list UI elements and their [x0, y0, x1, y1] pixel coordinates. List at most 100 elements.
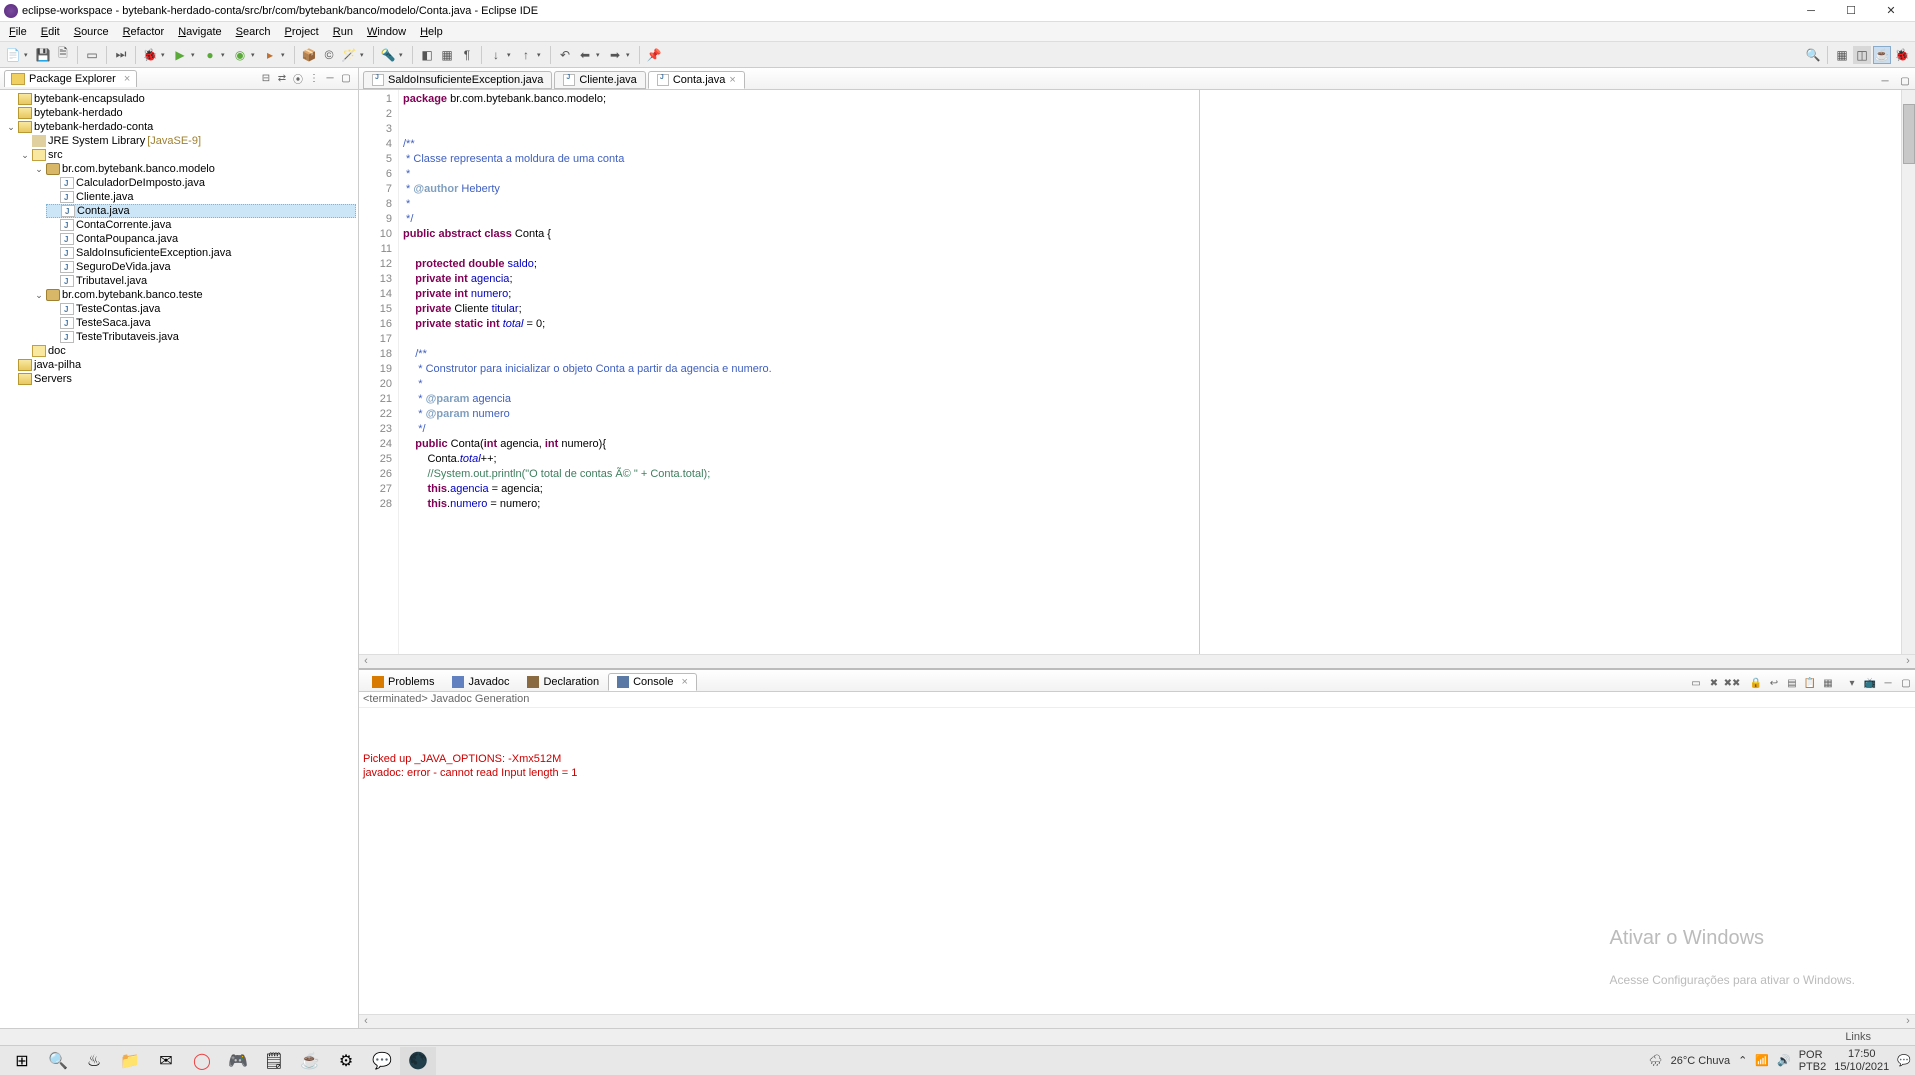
prev-ann-button[interactable]: ↑	[517, 46, 535, 64]
close-button[interactable]: ✕	[1871, 0, 1911, 22]
search-button[interactable]: 🔦	[379, 46, 397, 64]
console-remove-all-button[interactable]: ✖✖	[1724, 675, 1740, 691]
code-line[interactable]: /**	[403, 347, 1911, 362]
twisty-icon[interactable]: ⌄	[20, 148, 30, 162]
menu-help[interactable]: Help	[413, 24, 450, 40]
focus-button[interactable]: ⦿	[290, 71, 306, 87]
new-pkg-button[interactable]: 📦	[300, 46, 318, 64]
minimize-button[interactable]: ─	[1791, 0, 1831, 22]
last-edit-button[interactable]: ↶	[556, 46, 574, 64]
ext-tools-button[interactable]: ▸	[261, 46, 279, 64]
file-calculadordeimposto-java[interactable]: CalculadorDeImposto.java	[46, 176, 356, 190]
twisty-icon[interactable]: ⌄	[34, 162, 44, 176]
code-line[interactable]: * Classe representa a moldura de uma con…	[403, 152, 1911, 167]
bottom-tab-console[interactable]: Console×	[608, 673, 697, 691]
twisty-icon[interactable]: ⌄	[34, 288, 44, 302]
code-line[interactable]: * @param numero	[403, 407, 1911, 422]
lib-jre-system-library[interactable]: JRE System Library [JavaSE-9]	[18, 134, 356, 148]
console-min-button[interactable]: ─	[1880, 675, 1896, 691]
run-jetty-button[interactable]: ▶	[171, 46, 189, 64]
new-button[interactable]: 📄	[4, 46, 22, 64]
code-line[interactable]: private static int total = 0;	[403, 317, 1911, 332]
close-icon[interactable]: ×	[729, 74, 735, 86]
menu-source[interactable]: Source	[67, 24, 116, 40]
clock[interactable]: 17:50 15/10/2021	[1834, 1048, 1889, 1074]
start-button[interactable]: ⊞	[4, 1047, 40, 1075]
run-button[interactable]: ●	[201, 46, 219, 64]
settings-icon[interactable]: ⚙	[328, 1047, 364, 1075]
debug-button[interactable]: 🐞	[141, 46, 159, 64]
menu-run[interactable]: Run	[326, 24, 360, 40]
file-testesaca-java[interactable]: TesteSaca.java	[46, 316, 356, 330]
code-view[interactable]: 1234567891011121314151617181920212223242…	[359, 90, 1915, 654]
status-links[interactable]: Links	[1845, 1031, 1871, 1043]
code-line[interactable]: public Conta(int agencia, int numero){	[403, 437, 1911, 452]
bottom-tab-declaration[interactable]: Declaration	[518, 673, 608, 691]
code-line[interactable]: //System.out.println("O total de contas …	[403, 467, 1911, 482]
coverage-button[interactable]: ◉	[231, 46, 249, 64]
save-all-button[interactable]: 🗎	[54, 46, 72, 64]
link-editor-button[interactable]: ⇄	[274, 71, 290, 87]
file-testecontas-java[interactable]: TesteContas.java	[46, 302, 356, 316]
toggle-mark-button[interactable]: ◧	[418, 46, 436, 64]
console-display-button[interactable]: ▦	[1820, 675, 1836, 691]
menu-window[interactable]: Window	[360, 24, 413, 40]
proj-bytebank-encapsulado[interactable]: bytebank-encapsulado	[4, 92, 356, 106]
maximize-button[interactable]: ☐	[1831, 0, 1871, 22]
menu-refactor[interactable]: Refactor	[116, 24, 172, 40]
console-clear-button[interactable]: ✖	[1706, 675, 1722, 691]
pkg-br-com-bytebank-banco-modelo[interactable]: ⌄br.com.bytebank.banco.modelo	[32, 162, 356, 176]
lang-2[interactable]: PTB2	[1799, 1061, 1827, 1073]
quick-access-button[interactable]: 🔍	[1804, 46, 1822, 64]
code-line[interactable]: private int numero;	[403, 287, 1911, 302]
editor-minimize-button[interactable]: ─	[1877, 73, 1893, 89]
folder-src[interactable]: ⌄src	[18, 148, 356, 162]
file-conta-java[interactable]: Conta.java	[46, 204, 356, 218]
pin-button[interactable]: 📌	[645, 46, 663, 64]
opera-icon[interactable]: ◯	[184, 1047, 220, 1075]
file-contapoupanca-java[interactable]: ContaPoupanca.java	[46, 232, 356, 246]
twisty-icon[interactable]: ⌄	[6, 120, 16, 134]
console-body[interactable]: Picked up _JAVA_OPTIONS: -Xmx512Mjavadoc…	[359, 708, 1915, 1014]
notifications-icon[interactable]: 💬	[1897, 1054, 1911, 1067]
code-line[interactable]	[403, 242, 1911, 257]
wand-button[interactable]: 🪄	[340, 46, 358, 64]
file-segurodevida-java[interactable]: SeguroDeVida.java	[46, 260, 356, 274]
code-line[interactable]: this.agencia = agencia;	[403, 482, 1911, 497]
discord-icon[interactable]: 🎮	[220, 1047, 256, 1075]
lang-1[interactable]: POR	[1799, 1049, 1827, 1061]
console-word-wrap-button[interactable]: ↩	[1766, 675, 1782, 691]
mail-icon[interactable]: ✉	[148, 1047, 184, 1075]
skip-button[interactable]: ⏭	[112, 46, 130, 64]
close-icon[interactable]: ×	[124, 73, 130, 85]
maximize-view-button[interactable]: ▢	[338, 71, 354, 87]
show-ws-button[interactable]: ¶	[458, 46, 476, 64]
code-line[interactable]: * @param agencia	[403, 392, 1911, 407]
save-button[interactable]: 💾	[34, 46, 52, 64]
code-line[interactable]: /**	[403, 137, 1911, 152]
code-line[interactable]: * @author Heberty	[403, 182, 1911, 197]
file-tributavel-java[interactable]: Tributavel.java	[46, 274, 356, 288]
code-line[interactable]: */	[403, 422, 1911, 437]
console-hscroll[interactable]: ‹›	[359, 1014, 1915, 1028]
console-scroll-lock-button[interactable]: 🔒	[1748, 675, 1764, 691]
code-line[interactable]: private Cliente titular;	[403, 302, 1911, 317]
notes-icon[interactable]: 🗒	[256, 1047, 292, 1075]
editor-tab-saldoinsuficienteexception-java[interactable]: SaldoInsuficienteException.java	[363, 71, 552, 89]
eclipse-taskbar-icon[interactable]: 🌑	[400, 1047, 436, 1075]
folder-doc[interactable]: doc	[18, 344, 356, 358]
open-perspective-button[interactable]: ▦	[1833, 46, 1851, 64]
console-select-button[interactable]: 📺	[1862, 675, 1878, 691]
code-line[interactable]: private int agencia;	[403, 272, 1911, 287]
back-button[interactable]: ⬅	[576, 46, 594, 64]
editor-tab-conta-java[interactable]: Conta.java×	[648, 71, 745, 89]
file-contacorrente-java[interactable]: ContaCorrente.java	[46, 218, 356, 232]
menu-navigate[interactable]: Navigate	[171, 24, 228, 40]
bottom-tab-javadoc[interactable]: Javadoc	[443, 673, 518, 691]
perspective-java-ee[interactable]: ◫	[1853, 46, 1871, 64]
editor-maximize-button[interactable]: ▢	[1897, 73, 1913, 89]
code-line[interactable]: package br.com.bytebank.banco.modelo;	[403, 92, 1911, 107]
bottom-tab-problems[interactable]: Problems	[363, 673, 443, 691]
code-line[interactable]: protected double saldo;	[403, 257, 1911, 272]
menu-file[interactable]: File	[2, 24, 34, 40]
